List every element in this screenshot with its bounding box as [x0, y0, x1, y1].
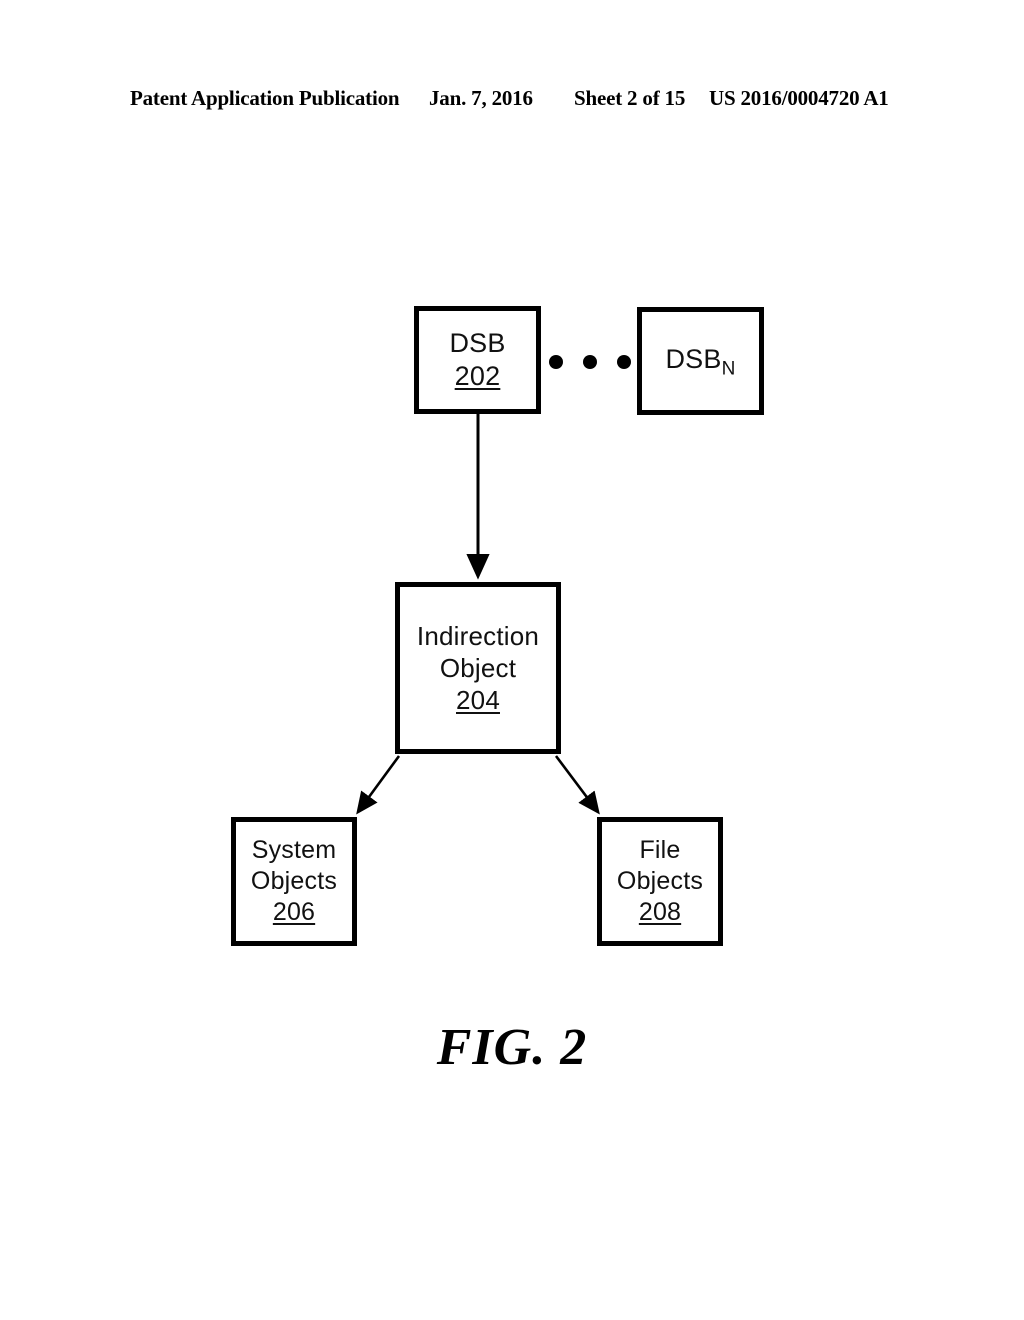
figure-caption: FIG. 2: [436, 1019, 588, 1076]
node-system-objects-206: System Objects 206: [231, 817, 357, 946]
edge-indirection-to-system-objects: [356, 755, 401, 815]
node-dsb-reference: 202: [454, 361, 501, 391]
node-file-label-line1: File: [639, 836, 681, 864]
node-system-label-line1: System: [251, 836, 337, 864]
node-system-reference: 206: [272, 898, 316, 926]
node-indirection-label-line1: Indirection: [416, 620, 540, 651]
ellipsis-dot-1: [549, 355, 563, 369]
figure-2-diagram: DSB 202 DSBN Indirection Object 204 Syst…: [0, 0, 1024, 1320]
node-file-label-line2: Objects: [616, 867, 704, 895]
edge-indirection-to-file-objects: [554, 755, 600, 815]
node-system-label-line2: Objects: [250, 867, 338, 895]
node-indirection-reference: 204: [456, 685, 500, 716]
node-indirection-object-204: Indirection Object 204: [395, 582, 561, 754]
node-indirection-label-line2: Object: [439, 652, 517, 683]
ellipsis-dot-3: [617, 355, 631, 369]
node-dsb-n-label: DSBN: [665, 343, 735, 378]
node-file-reference: 208: [638, 898, 682, 926]
node-dsb-202: DSB 202: [414, 306, 541, 414]
ellipsis-dot-2: [583, 355, 597, 369]
node-dsb-n-subscript: N: [721, 358, 736, 380]
node-dsb-n-base: DSB: [665, 344, 722, 375]
node-dsb-label: DSB: [449, 327, 506, 358]
node-dsb-n: DSBN: [637, 307, 764, 415]
node-file-objects-208: File Objects 208: [597, 817, 723, 946]
ellipsis-dots: [549, 352, 631, 372]
